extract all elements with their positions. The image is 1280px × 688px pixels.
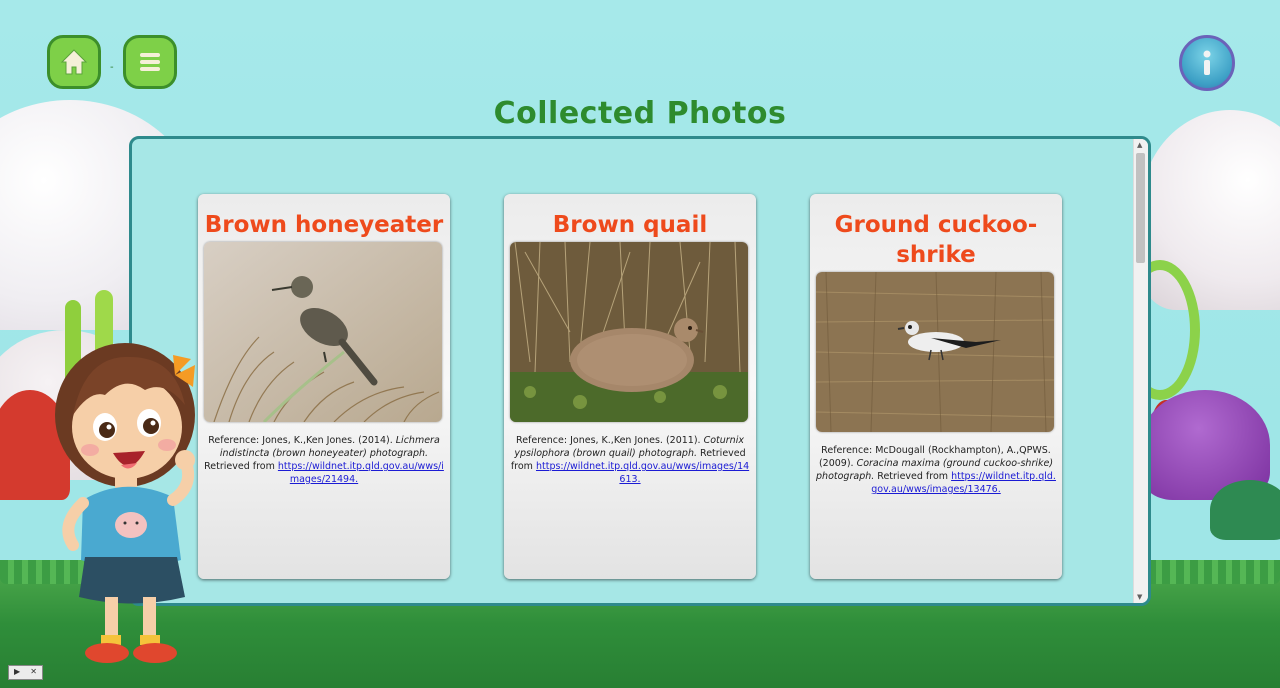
reference-text: Reference: Jones, K.,Ken Jones. (2011).: [516, 435, 704, 446]
card-title: Brown quail: [552, 212, 708, 238]
info-icon: [1203, 50, 1211, 75]
card-title: Ground cuckoo-shrike: [834, 212, 1038, 268]
bird-photo: [204, 242, 442, 422]
photo-card: Brown quail Reference: Jones, K.,Ken Jon…: [504, 194, 756, 579]
bird-photo: [816, 272, 1054, 432]
photo-gallery-panel[interactable]: Brown honeyeater Reference: Jones, K.,Ke…: [129, 136, 1151, 606]
scroll-down-arrow-icon[interactable]: ▼: [1137, 593, 1142, 601]
reference-retrieved: Retrieved from: [874, 471, 952, 482]
photo-card: Brown honeyeater Reference: Jones, K.,Ke…: [198, 194, 450, 579]
photo-reference: Reference: Jones, K.,Ken Jones. (2011). …: [510, 434, 750, 486]
home-icon: [60, 49, 88, 75]
girl-character-illustration: [55, 343, 195, 663]
reference-text: Reference: Jones, K.,Ken Jones. (2014).: [208, 435, 396, 446]
reference-retrieved: Retrieved from: [204, 461, 278, 472]
close-icon[interactable]: ✕: [30, 666, 37, 679]
play-icon[interactable]: ▶: [14, 666, 20, 679]
menu-button[interactable]: [123, 35, 177, 89]
reference-link[interactable]: https://wildnet.itp.qld.gov.au/wws/image…: [278, 461, 444, 485]
info-button[interactable]: [1179, 35, 1235, 91]
card-title: Brown honeyeater: [204, 212, 444, 238]
panel-scrollbar[interactable]: ▲ ▼: [1133, 139, 1148, 603]
bird-photo: [510, 242, 748, 422]
scroll-thumb[interactable]: [1136, 153, 1145, 263]
photo-card: Ground cuckoo-shrike Reference: McDougal…: [810, 194, 1062, 579]
photo-reference: Reference: McDougall (Rockhampton), A.,Q…: [816, 444, 1056, 496]
media-controls[interactable]: ▶ ✕: [8, 665, 43, 680]
nav-separator: -: [110, 62, 114, 73]
scroll-up-arrow-icon[interactable]: ▲: [1137, 141, 1142, 149]
reference-link[interactable]: https://wildnet.itp.qld.gov.au/wws/image…: [536, 461, 749, 485]
background-mushroom: [1210, 480, 1280, 540]
page-title: Collected Photos: [493, 96, 787, 131]
menu-icon: [140, 53, 160, 71]
photo-reference: Reference: Jones, K.,Ken Jones. (2014). …: [204, 434, 444, 486]
home-button[interactable]: [47, 35, 101, 89]
